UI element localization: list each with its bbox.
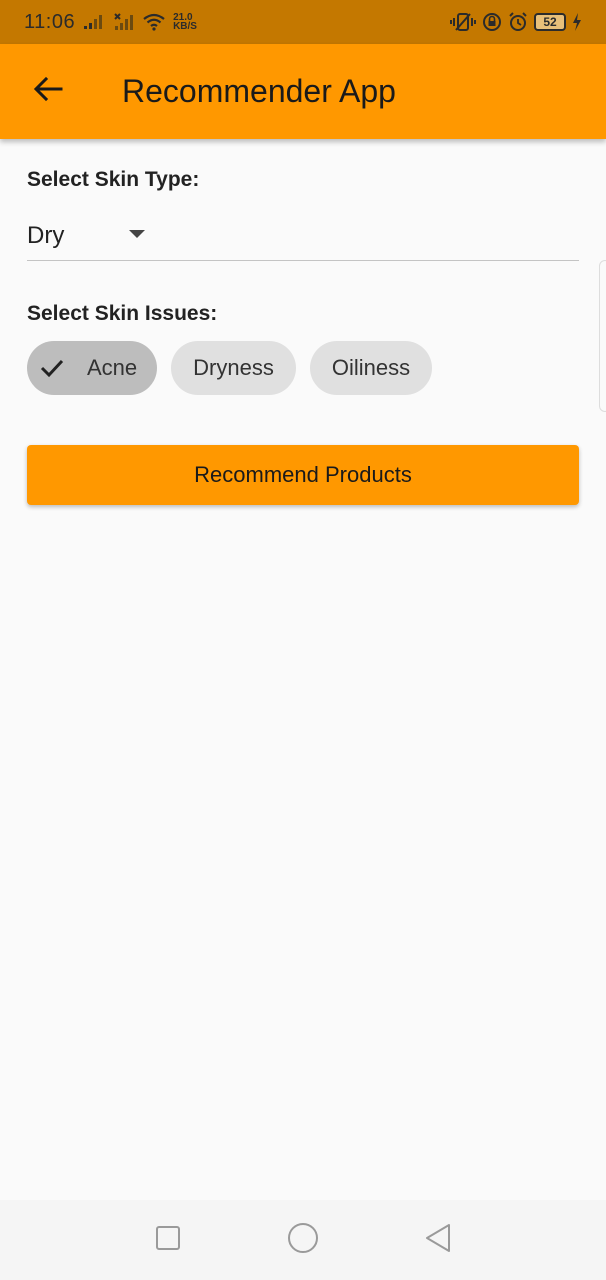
recents-square-icon — [155, 1225, 181, 1256]
skin-type-label: Select Skin Type: — [27, 168, 200, 191]
chip-acne[interactable]: Acne — [27, 341, 158, 395]
skin-issues-label: Select Skin Issues: — [27, 302, 218, 325]
signal-x-icon — [113, 12, 135, 32]
nav-back-button[interactable] — [416, 1218, 460, 1262]
home-circle-icon — [287, 1222, 319, 1259]
network-speed: 21.0 KB/S — [173, 13, 197, 32]
arrow-left-icon — [33, 76, 63, 107]
alarm-icon — [508, 12, 528, 32]
back-button[interactable] — [22, 66, 74, 118]
chip-label: Acne — [87, 355, 138, 380]
lock-rotation-icon — [482, 12, 502, 32]
charging-icon — [572, 13, 582, 31]
recommend-products-button[interactable]: Recommend Products — [27, 445, 579, 505]
wifi-icon — [143, 13, 165, 31]
page-title: Recommender App — [122, 73, 396, 109]
chip-dryness[interactable]: Dryness — [171, 341, 296, 395]
chip-label: Dryness — [193, 355, 274, 380]
signal-icon — [83, 14, 105, 30]
battery-icon: 52 — [534, 13, 566, 31]
system-nav-bar — [0, 1200, 606, 1280]
status-left: 11:06 21.0 KB/S — [24, 11, 197, 34]
recents-button[interactable] — [146, 1218, 190, 1262]
vibrate-icon — [450, 12, 476, 32]
skin-issues-chips: Acne Dryness Oiliness — [27, 341, 433, 395]
back-triangle-icon — [424, 1223, 452, 1258]
speed-unit: KB/S — [173, 21, 197, 32]
app-screen: 11:06 21.0 KB/S 52 Recommender App Selec… — [0, 0, 606, 1280]
home-button[interactable] — [281, 1218, 325, 1262]
status-right: 52 — [450, 12, 582, 32]
app-bar: Recommender App — [0, 44, 606, 139]
skin-type-dropdown[interactable]: Dry — [27, 212, 579, 261]
check-icon — [39, 358, 65, 378]
status-bar: 11:06 21.0 KB/S 52 — [0, 0, 606, 44]
edge-panel-handle[interactable] — [599, 260, 606, 412]
status-time: 11:06 — [24, 10, 76, 33]
chip-oiliness[interactable]: Oiliness — [309, 341, 433, 395]
skin-type-value: Dry — [27, 222, 65, 249]
chip-label: Oiliness — [331, 355, 411, 380]
caret-down-icon — [129, 230, 145, 238]
